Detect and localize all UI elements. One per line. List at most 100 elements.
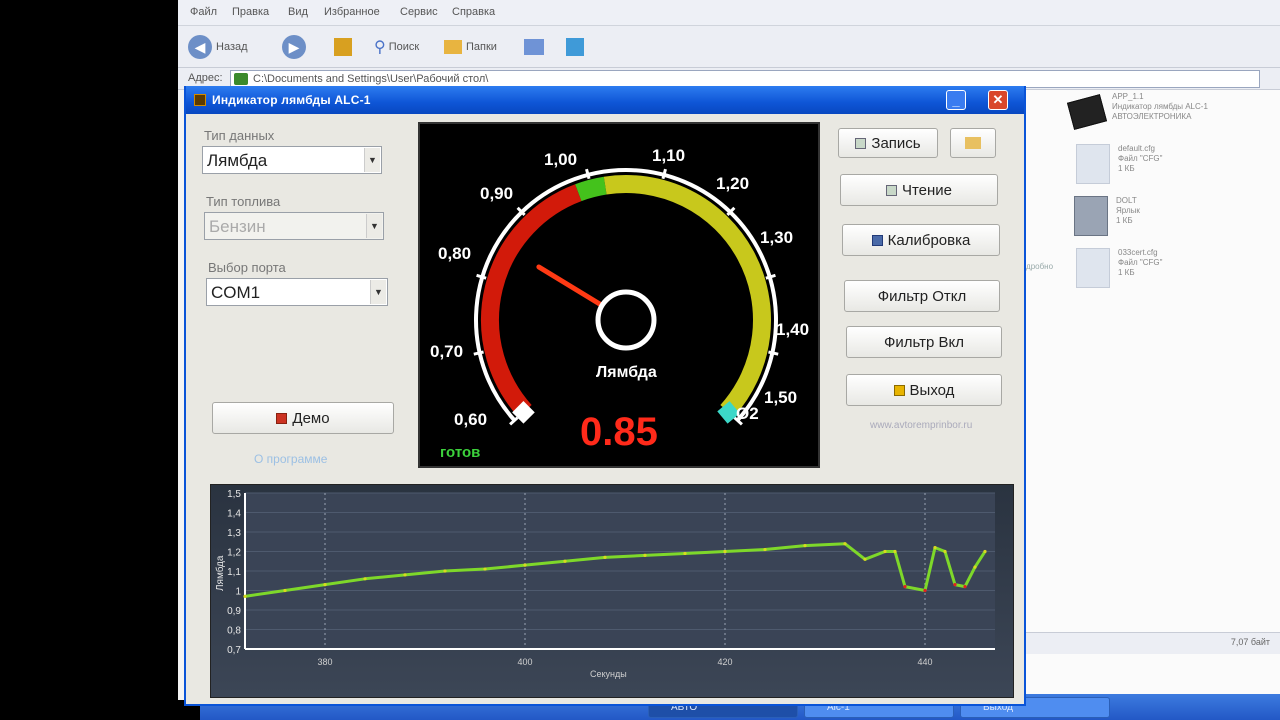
chart-ytick-label: 1,4: [227, 509, 241, 520]
chart-xtick-label: 400: [517, 657, 532, 667]
file-item[interactable]: APP_1.1 Индикатор лямбды ALC-1 АВТОЭЛЕКТ…: [1066, 92, 1208, 130]
folders-button[interactable]: Папки: [444, 34, 497, 60]
file-sub: 1 КБ: [1116, 216, 1133, 225]
address-path: C:\Documents and Settings\User\Рабочий с…: [253, 73, 489, 85]
gauge-tick: [768, 350, 779, 356]
fuel-type-value: Бензин: [209, 217, 266, 236]
data-type-select[interactable]: Лямбда ▼: [202, 146, 382, 174]
chart-data-point: [763, 547, 767, 552]
window-titlebar[interactable]: Индикатор лямбды ALC-1 _ ✕: [186, 86, 1024, 114]
minimize-button[interactable]: _: [946, 90, 966, 110]
menu-tools[interactable]: Сервис: [400, 6, 438, 18]
search-icon: ⚲: [374, 39, 386, 56]
app-icon: [194, 94, 206, 106]
file-pane: APP_1.1 Индикатор лямбды ALC-1 АВТОЭЛЕКТ…: [1018, 90, 1280, 700]
sync-button[interactable]: [566, 34, 584, 60]
menu-edit[interactable]: Правка: [232, 6, 269, 18]
forward-button[interactable]: ▶: [282, 34, 310, 60]
about-link[interactable]: О программе: [254, 452, 327, 466]
exit-button[interactable]: Выход: [846, 374, 1002, 406]
status-size: 7,07 байт: [1230, 637, 1270, 647]
calibrate-icon: [871, 234, 883, 246]
file-desc: Индикатор лямбды ALC-1: [1112, 102, 1208, 111]
chart-data-point: [403, 573, 407, 577]
menu-view[interactable]: Вид: [288, 6, 308, 18]
chart-ytick-label: 1,2: [227, 548, 241, 559]
chart-xlabel: Секунды: [590, 669, 627, 679]
folder-icon: [234, 73, 248, 85]
dropdown-arrow-icon: ▼: [364, 148, 380, 172]
programmer-icon: [1074, 196, 1108, 236]
file-item[interactable]: 033cert.cfg Файл "CFG" 1 КБ: [1076, 248, 1162, 288]
port-label: Выбор порта: [208, 260, 286, 275]
read-button[interactable]: Чтение: [840, 174, 998, 206]
gauge-tick: [585, 168, 591, 180]
website-link[interactable]: www.avtoremprinbor.ru: [870, 420, 972, 431]
calibrate-button[interactable]: Калибровка: [842, 224, 1000, 256]
chart-ytick-label: 1,3: [227, 528, 241, 539]
file-desc: Файл "CFG": [1118, 258, 1163, 267]
file-sub: 1 КБ: [1118, 164, 1135, 173]
chart-ytick-label: 0,9: [227, 606, 241, 617]
sync-icon: [566, 38, 584, 56]
record-button[interactable]: Запись: [838, 128, 938, 158]
data-type-label: Тип данных: [204, 128, 275, 143]
file-item[interactable]: DOLT Ярлык 1 КБ: [1074, 196, 1140, 236]
up-folder-icon: [334, 38, 352, 56]
gauge-tick-label: 0,60: [454, 410, 488, 429]
chart-data-point: [943, 549, 947, 554]
file-item[interactable]: default.cfg Файл "CFG" 1 КБ: [1076, 144, 1162, 184]
chart-data-point: [323, 583, 327, 587]
explorer-toolbar: ◀ Назад ▶ ⚲ Поиск Папки: [178, 26, 1280, 68]
folder-icon: [965, 137, 981, 149]
chart-xtick-label: 380: [317, 657, 332, 667]
views-icon: [524, 39, 544, 55]
chart-ytick-label: 0,7: [227, 645, 241, 656]
filter-off-button[interactable]: Фильтр Откл: [844, 280, 1000, 312]
gauge-tick-label: 0,80: [438, 244, 472, 263]
chart-data-point: [243, 594, 247, 598]
menu-help[interactable]: Справка: [452, 6, 495, 18]
chart-plot: 1,5 1,4 1,3 1,2 1,1 1 0,9 0,8 0,7 380 400 420 440 Лям…: [214, 489, 995, 679]
port-value: COM1: [211, 283, 261, 302]
gauge-green-zone: [575, 176, 607, 202]
file-sub: АВТОЭЛЕКТРОНИКА: [1112, 112, 1192, 121]
chart-data-point: [903, 585, 907, 589]
chart-data-point: [923, 588, 927, 593]
data-type-value: Лямбда: [207, 151, 268, 170]
chart-xtick-label: 420: [717, 657, 732, 667]
gauge-tick-label: 1,20: [716, 174, 750, 193]
gauge-tick: [661, 168, 667, 180]
close-icon: ✕: [992, 92, 1004, 107]
document-icon: [1076, 144, 1110, 184]
menu-favorites[interactable]: Избранное: [324, 6, 380, 18]
gauge-tick-label: 1,40: [776, 320, 810, 339]
menu-file[interactable]: Файл: [190, 6, 217, 18]
explorer-statusbar: 7,07 байт: [1026, 632, 1280, 654]
port-select[interactable]: COM1 ▼: [206, 278, 388, 306]
chart-data-point: [863, 557, 867, 561]
close-button[interactable]: ✕: [988, 90, 1008, 110]
fuel-type-select: Бензин ▼: [204, 212, 384, 240]
up-folder-button[interactable]: [334, 34, 352, 60]
chart-ytick-label: 1,1: [227, 567, 241, 578]
file-desc: Файл "CFG": [1118, 154, 1163, 163]
chart-ytick-label: 0,8: [227, 626, 241, 637]
filter-on-button[interactable]: Фильтр Вкл: [846, 326, 1002, 358]
gauge-tick-label: 1,30: [760, 228, 794, 247]
gauge-tick-label: 1,10: [652, 146, 686, 165]
search-button[interactable]: ⚲ Поиск: [374, 34, 419, 60]
demo-icon: [276, 412, 288, 424]
demo-button[interactable]: Демо: [212, 402, 394, 434]
back-button[interactable]: ◀ Назад: [188, 34, 248, 60]
gauge-tick-label: 0,70: [430, 342, 464, 361]
dropdown-arrow-icon: ▼: [366, 214, 382, 238]
chart-data-point: [443, 569, 447, 573]
chart-data-point: [483, 567, 487, 571]
lambda-chart: 1,5 1,4 1,3 1,2 1,1 1 0,9 0,8 0,7 380 400 420 440 Лям…: [210, 484, 1014, 698]
chart-ytick-label: 1,5: [227, 489, 241, 500]
views-button[interactable]: [524, 34, 544, 60]
open-folder-button[interactable]: [950, 128, 996, 158]
dropdown-arrow-icon: ▼: [370, 280, 386, 304]
chart-data-point: [893, 549, 897, 554]
